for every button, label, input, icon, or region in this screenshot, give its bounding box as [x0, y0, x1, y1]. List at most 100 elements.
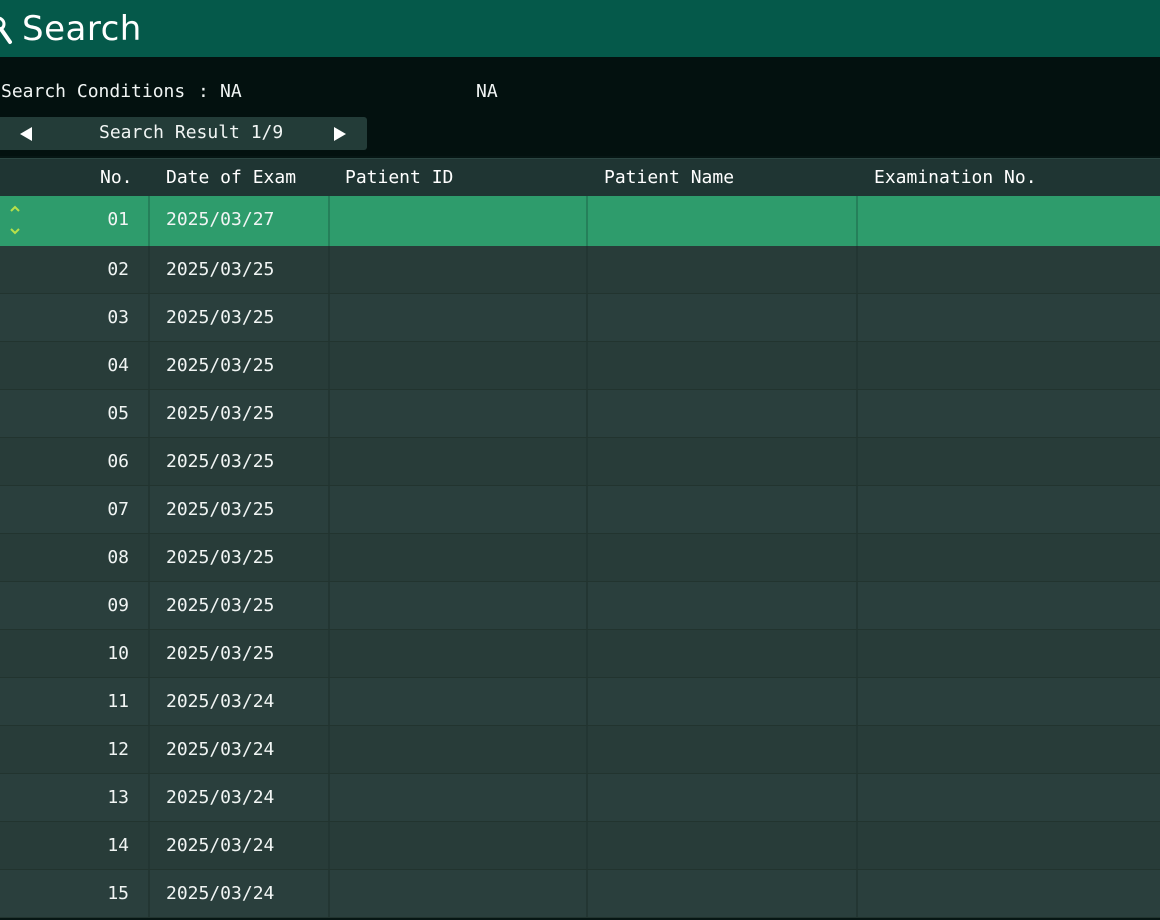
row-number: 10 — [107, 643, 129, 664]
triangle-left-icon[interactable] — [17, 125, 35, 143]
cell-patient-id — [328, 196, 586, 246]
search-condition-value-1: NA — [220, 81, 242, 102]
column-header-date-of-exam[interactable]: Date of Exam — [166, 167, 296, 188]
cell-patient-name — [586, 196, 856, 246]
table-row[interactable]: 01 2025/03/27 — [0, 196, 1160, 246]
cell-date-of-exam: 2025/03/24 — [148, 822, 328, 869]
cell-patient-name — [586, 774, 856, 821]
cell-date-of-exam: 2025/03/25 — [148, 294, 328, 341]
cell-date-of-exam: 2025/03/24 — [148, 726, 328, 773]
cell-examination-no — [856, 294, 1160, 341]
cell-patient-id — [328, 390, 586, 437]
table-row[interactable]: 10 2025/03/25 — [0, 630, 1160, 678]
cell-no: 01 — [0, 196, 148, 246]
cell-no: 11 — [0, 678, 148, 725]
cell-examination-no — [856, 534, 1160, 581]
cell-no: 07 — [0, 486, 148, 533]
cell-examination-no — [856, 678, 1160, 725]
cell-no: 02 — [0, 246, 148, 293]
search-result-table: No. Date of Exam Patient ID Patient Name… — [0, 158, 1160, 918]
exam-date: 2025/03/25 — [166, 547, 275, 568]
cell-examination-no — [856, 630, 1160, 677]
table-row[interactable]: 11 2025/03/24 — [0, 678, 1160, 726]
cell-patient-name — [586, 534, 856, 581]
row-number: 05 — [107, 403, 129, 424]
table-row[interactable]: 07 2025/03/25 — [0, 486, 1160, 534]
cell-no: 08 — [0, 534, 148, 581]
column-header-no[interactable]: No. — [100, 167, 133, 188]
exam-date: 2025/03/25 — [166, 595, 275, 616]
table-row[interactable]: 04 2025/03/25 — [0, 342, 1160, 390]
table-row[interactable]: 02 2025/03/25 — [0, 246, 1160, 294]
row-number: 13 — [107, 787, 129, 808]
table-body: 01 2025/03/27 02 2025/03/25 03 2025/03/25 04 20… — [0, 196, 1160, 918]
table-row[interactable]: 09 2025/03/25 — [0, 582, 1160, 630]
cell-no: 03 — [0, 294, 148, 341]
cell-date-of-exam: 2025/03/25 — [148, 630, 328, 677]
exam-date: 2025/03/27 — [166, 209, 275, 230]
cell-patient-name — [586, 246, 856, 293]
table-header: No. Date of Exam Patient ID Patient Name… — [0, 158, 1160, 196]
exam-date: 2025/03/25 — [166, 355, 275, 376]
cell-examination-no — [856, 246, 1160, 293]
cell-patient-id — [328, 774, 586, 821]
table-row[interactable]: 13 2025/03/24 — [0, 774, 1160, 822]
up-down-arrows-icon[interactable] — [6, 202, 24, 238]
cell-examination-no — [856, 582, 1160, 629]
table-row[interactable]: 12 2025/03/24 — [0, 726, 1160, 774]
search-result-page-label: Search Result 1/9 — [99, 122, 284, 143]
triangle-right-icon[interactable] — [331, 125, 349, 143]
table-row[interactable]: 15 2025/03/24 — [0, 870, 1160, 918]
cell-no: 14 — [0, 822, 148, 869]
cell-patient-id — [328, 822, 586, 869]
cell-no: 10 — [0, 630, 148, 677]
cell-patient-name — [586, 630, 856, 677]
cell-examination-no — [856, 438, 1160, 485]
cell-date-of-exam: 2025/03/25 — [148, 534, 328, 581]
cell-examination-no — [856, 774, 1160, 821]
cell-patient-id — [328, 582, 586, 629]
column-header-examination-no[interactable]: Examination No. — [874, 167, 1037, 188]
cell-no: 05 — [0, 390, 148, 437]
row-number: 09 — [107, 595, 129, 616]
exam-date: 2025/03/24 — [166, 691, 275, 712]
cell-examination-no — [856, 726, 1160, 773]
search-conditions-label: Search Conditions — [1, 81, 186, 102]
search-conditions-area: Search Conditions : NA NA Search Result … — [0, 57, 1160, 156]
cell-patient-id — [328, 438, 586, 485]
table-row[interactable]: 08 2025/03/25 — [0, 534, 1160, 582]
table-row[interactable]: 03 2025/03/25 — [0, 294, 1160, 342]
cell-date-of-exam: 2025/03/24 — [148, 774, 328, 821]
cell-patient-name — [586, 390, 856, 437]
cell-date-of-exam: 2025/03/27 — [148, 196, 328, 246]
cell-no: 15 — [0, 870, 148, 917]
table-row[interactable]: 05 2025/03/25 — [0, 390, 1160, 438]
cell-patient-name — [586, 438, 856, 485]
search-conditions-separator: : — [198, 81, 209, 102]
cell-examination-no — [856, 486, 1160, 533]
cell-examination-no — [856, 196, 1160, 246]
table-row[interactable]: 06 2025/03/25 — [0, 438, 1160, 486]
exam-date: 2025/03/25 — [166, 499, 275, 520]
title-bar: Search — [0, 0, 1160, 57]
column-header-patient-id[interactable]: Patient ID — [345, 167, 453, 188]
cell-patient-name — [586, 822, 856, 869]
cell-date-of-exam: 2025/03/25 — [148, 390, 328, 437]
page-title: Search — [22, 9, 142, 49]
cell-date-of-exam: 2025/03/25 — [148, 438, 328, 485]
cell-date-of-exam: 2025/03/25 — [148, 246, 328, 293]
cell-no: 04 — [0, 342, 148, 389]
exam-date: 2025/03/25 — [166, 307, 275, 328]
cell-date-of-exam: 2025/03/25 — [148, 342, 328, 389]
search-condition-value-2: NA — [476, 81, 498, 102]
table-row[interactable]: 14 2025/03/24 — [0, 822, 1160, 870]
cell-date-of-exam: 2025/03/25 — [148, 582, 328, 629]
row-number: 11 — [107, 691, 129, 712]
row-number: 03 — [107, 307, 129, 328]
cell-patient-id — [328, 246, 586, 293]
cell-no: 06 — [0, 438, 148, 485]
column-header-patient-name[interactable]: Patient Name — [604, 167, 734, 188]
cell-examination-no — [856, 342, 1160, 389]
cell-patient-id — [328, 630, 586, 677]
row-number: 12 — [107, 739, 129, 760]
